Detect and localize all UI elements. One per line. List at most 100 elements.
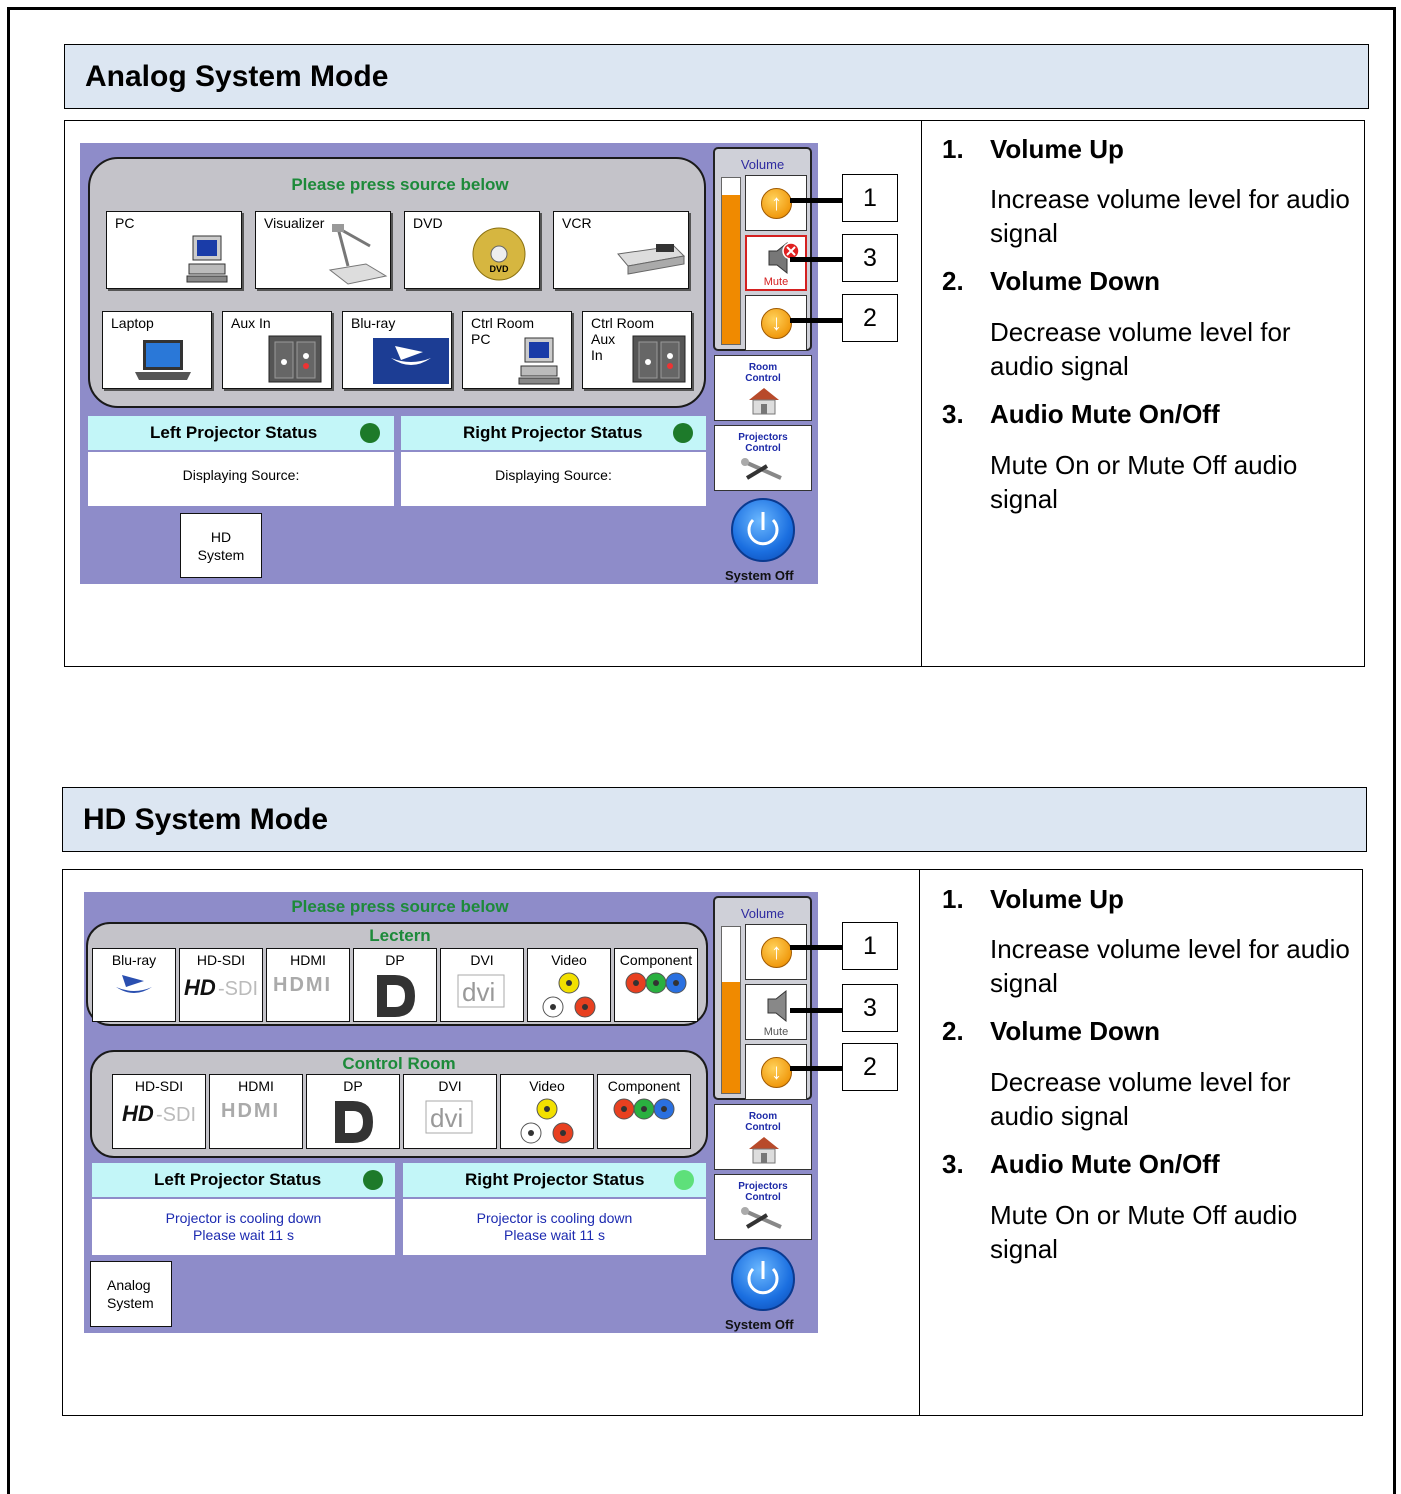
arrow-down-icon: ↓ <box>761 1057 792 1088</box>
analog-source-ctrl-room-pc[interactable]: Ctrl Room PC <box>462 311 572 389</box>
volume-up-button[interactable]: ↑ <box>745 175 807 231</box>
volume-down-button[interactable]: ↓ <box>745 1044 807 1100</box>
hd-left-status-body: Projector is cooling down Please wait 11… <box>92 1199 395 1255</box>
vcr-icon <box>617 244 686 275</box>
volume-title: Volume <box>740 157 785 172</box>
volume-down-button[interactable]: ↓ <box>745 295 807 351</box>
analog-source-bluray[interactable]: Blu-ray <box>342 311 452 389</box>
system-off-power-icon[interactable] <box>731 498 795 562</box>
source-label: Component <box>619 952 693 968</box>
source-dp[interactable]: DP <box>353 948 437 1022</box>
control-room-label: Control Room <box>342 1054 456 1073</box>
source-label: Aux In <box>231 315 271 331</box>
source-component[interactable]: Component <box>597 1074 691 1149</box>
svg-text:HD: HD <box>184 975 216 1000</box>
analog-source-pc[interactable]: PC <box>106 211 242 289</box>
analog-system-button[interactable]: Analog System <box>90 1261 172 1327</box>
source-hdmi[interactable]: HDMI HDMI <box>266 948 350 1022</box>
rca-connectors-icon <box>501 1097 593 1147</box>
power-symbol-icon <box>747 1261 779 1295</box>
source-video[interactable]: Video <box>500 1074 594 1149</box>
volume-level-bar <box>721 926 741 1094</box>
speaker-icon <box>767 989 787 1023</box>
volume-title: Volume <box>740 906 785 921</box>
svg-text:HD: HD <box>122 1101 154 1126</box>
power-symbol-icon <box>747 512 779 546</box>
projectors-control-label: Projectors Control <box>738 1181 788 1203</box>
status-led <box>363 1170 383 1190</box>
source-video[interactable]: Video <box>527 948 611 1022</box>
mute-label: Mute <box>763 276 789 288</box>
status-title: Right Projector Status <box>463 423 643 442</box>
hd-prompt: Please press source below <box>291 897 509 916</box>
analog-source-aux-in[interactable]: Aux In <box>222 311 332 389</box>
source-blu-ray[interactable]: Blu-ray <box>92 948 176 1022</box>
analog-right-status-body: Displaying Source: <box>401 452 706 506</box>
analog-source-visualizer[interactable]: Visualizer <box>255 211 391 289</box>
component-connectors-icon <box>615 971 697 995</box>
bluray-logo-icon <box>93 971 175 1005</box>
source-label: Blu-ray <box>111 952 157 968</box>
computer-icon <box>518 337 560 385</box>
analog-source-laptop[interactable]: Laptop <box>102 311 212 389</box>
callout-2: 2 <box>842 1043 898 1091</box>
source-label: DVD <box>413 215 443 231</box>
aux-jack-panel-icon <box>268 335 322 383</box>
note-description: Mute On or Mute Off audio signal <box>990 450 1298 514</box>
room-control-button[interactable]: Room Control <box>714 1104 812 1170</box>
analog-section-title: Analog System Mode <box>64 44 1369 109</box>
dvi-logo-icon: dvi <box>404 1097 496 1137</box>
callout-1: 1 <box>842 922 898 970</box>
hd-divider <box>919 870 920 1415</box>
status-led <box>674 1170 694 1190</box>
displayport-logo-icon <box>307 1097 399 1147</box>
note-description: Decrease volume level for audio signal <box>990 1067 1291 1131</box>
status-led <box>673 423 693 443</box>
visualizer-icon <box>328 224 388 285</box>
hd-system-button[interactable]: HD System <box>180 513 262 578</box>
source-component[interactable]: Component <box>614 948 698 1022</box>
hd-right-status-body: Projector is cooling down Please wait 11… <box>403 1199 706 1255</box>
hd-left-status-header: Left Projector Status <box>92 1163 395 1197</box>
analog-touch-panel: Please press source below PC Visualizer … <box>80 143 818 584</box>
room-control-label: Room Control <box>745 1111 781 1133</box>
volume-level-fill <box>722 981 740 1093</box>
projectors-control-button[interactable]: Projectors Control <box>714 425 812 491</box>
volume-up-button[interactable]: ↑ <box>745 924 807 980</box>
svg-text:DVD: DVD <box>489 264 509 274</box>
source-label: HD-SDI <box>134 1078 184 1094</box>
note-description: Increase volume level for audio signal <box>990 934 1350 998</box>
hd-notes: 1. Volume Up Increase volume level for au… <box>942 884 1350 1264</box>
analog-source-vcr[interactable]: VCR <box>553 211 689 289</box>
hd-right-status-header: Right Projector Status <box>403 1163 706 1197</box>
bluray-logo-icon <box>373 338 449 384</box>
note-description: Increase volume level for audio signal <box>990 184 1350 248</box>
analog-notes: 1. Volume Up Increase volume level for au… <box>942 134 1350 514</box>
dvi-logo-icon: dvi <box>441 971 523 1011</box>
callout-line <box>790 318 844 323</box>
house-icon <box>749 1137 779 1164</box>
callout-3: 3 <box>842 234 898 282</box>
source-hd-sdi[interactable]: HD-SDI HD -SDI <box>112 1074 206 1149</box>
source-dvi[interactable]: DVI dvi <box>403 1074 497 1149</box>
note-description: Decrease volume level for audio signal <box>990 317 1291 381</box>
source-dvi[interactable]: DVI dvi <box>440 948 524 1022</box>
lectern-label: Lectern <box>369 926 431 945</box>
svg-text:-SDI: -SDI <box>218 978 258 1000</box>
analog-left-status-header: Left Projector Status <box>88 416 394 450</box>
source-label: PC <box>115 215 135 231</box>
house-icon <box>749 388 779 415</box>
room-control-button[interactable]: Room Control <box>714 355 812 421</box>
mute-button[interactable]: Mute <box>745 235 807 291</box>
source-dp[interactable]: DP <box>306 1074 400 1149</box>
note-description: Mute On or Mute Off audio signal <box>990 1200 1298 1264</box>
source-hd-sdi[interactable]: HD-SDI HD -SDI <box>179 948 263 1022</box>
analog-source-dvd[interactable]: DVD DVD <box>404 211 540 289</box>
source-hdmi[interactable]: HDMI HDMI <box>209 1074 303 1149</box>
source-label: DP <box>343 1078 363 1094</box>
system-off-power-icon[interactable] <box>731 1247 795 1311</box>
tools-icon <box>741 458 782 480</box>
projectors-control-button[interactable]: Projectors Control <box>714 1174 812 1240</box>
analog-divider <box>921 121 922 666</box>
analog-source-ctrl-room-aux-in[interactable]: Ctrl Room Aux In <box>582 311 692 389</box>
